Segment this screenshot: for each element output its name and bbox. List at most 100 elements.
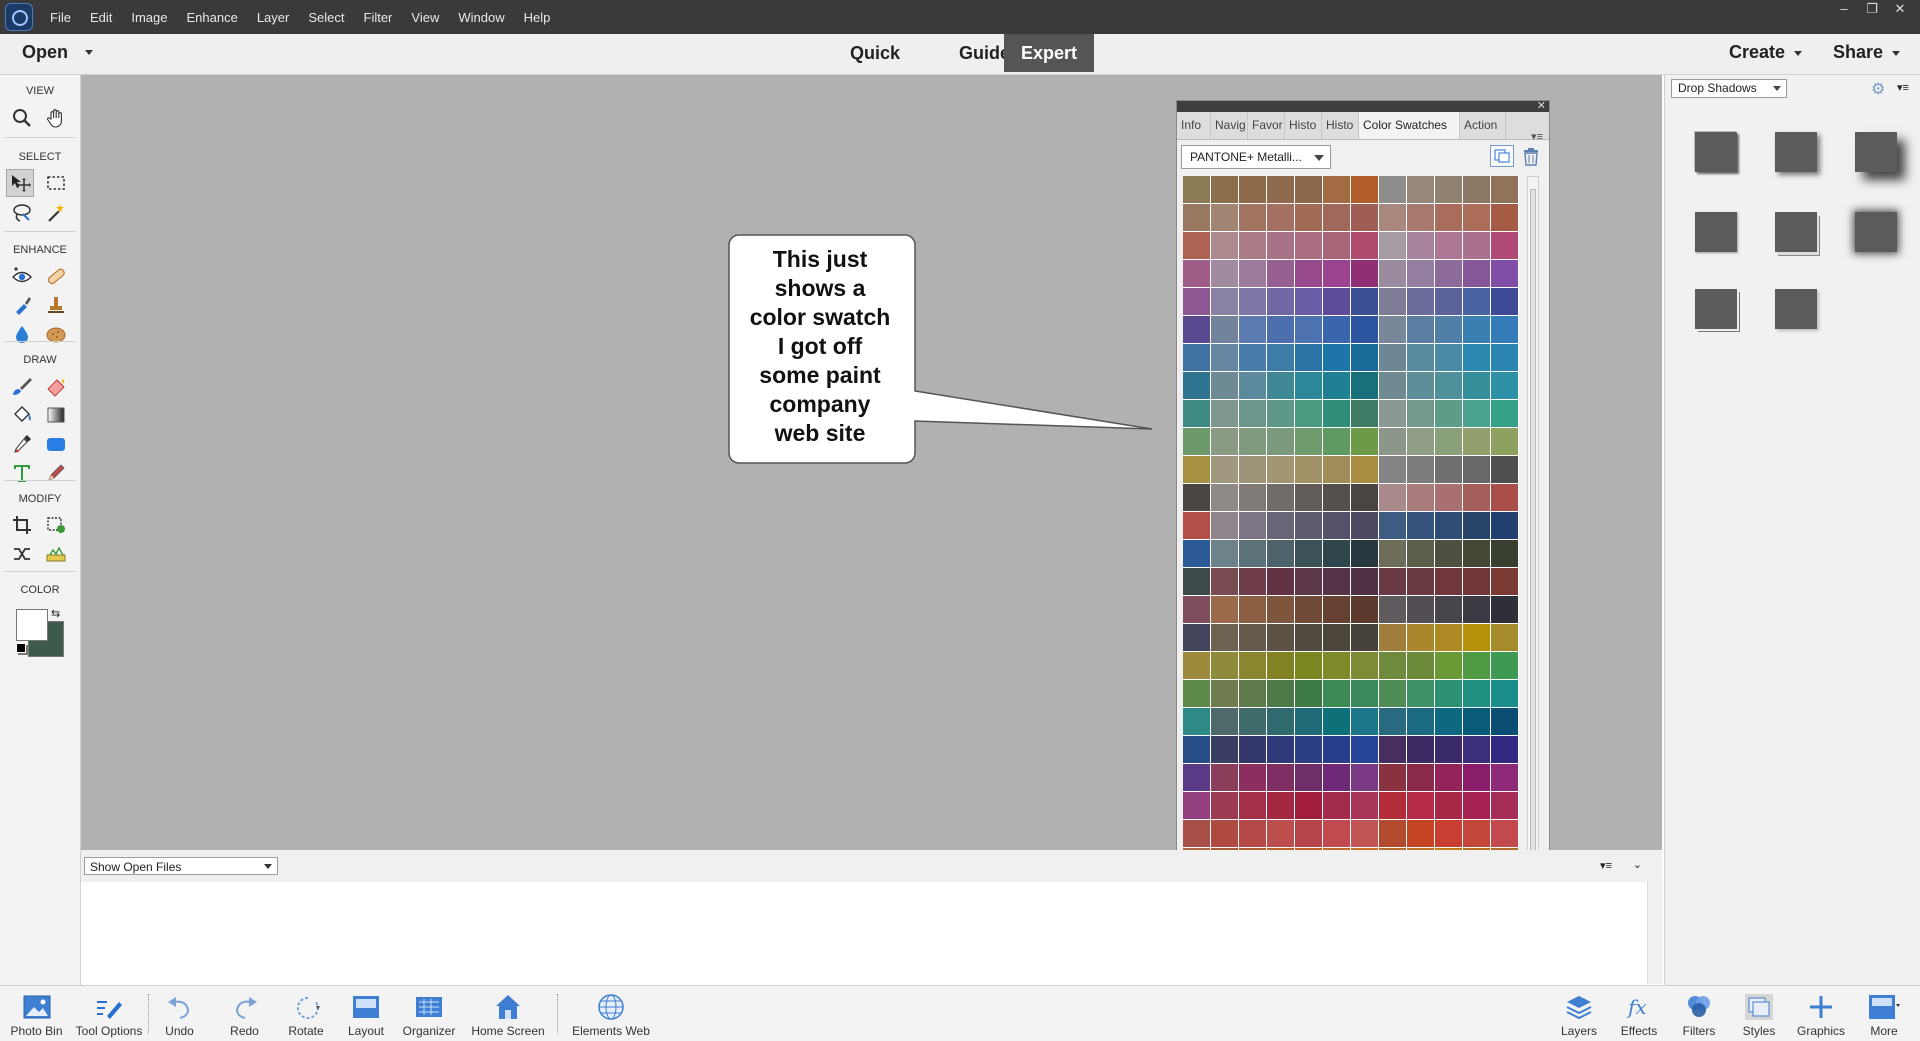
spot-healing-icon[interactable] [42,262,70,290]
color-swatch[interactable] [1435,344,1462,371]
color-swatch[interactable] [1463,540,1490,567]
color-swatch[interactable] [1323,820,1350,847]
style-thumbnail[interactable] [1855,212,1897,252]
panel-close-icon[interactable]: ✕ [1537,99,1546,112]
paint-bucket-icon[interactable] [8,401,36,429]
color-swatch[interactable] [1491,624,1518,651]
color-swatch[interactable] [1295,540,1322,567]
swatch-scrollbar[interactable] [1527,176,1539,881]
color-swatch[interactable] [1491,736,1518,763]
style-thumbnail[interactable] [1855,132,1897,172]
straighten-tool-icon[interactable] [42,540,70,568]
color-swatch[interactable] [1407,624,1434,651]
effects-button[interactable]: fx Effects [1617,986,1661,1041]
color-swatch[interactable] [1407,540,1434,567]
color-swatch[interactable] [1295,568,1322,595]
color-swatch[interactable] [1239,456,1266,483]
color-swatch[interactable] [1239,232,1266,259]
color-swatch[interactable] [1211,344,1238,371]
color-swatch[interactable] [1379,792,1406,819]
color-swatch[interactable] [1239,260,1266,287]
color-swatch[interactable] [1295,316,1322,343]
tab-info[interactable]: Info [1177,112,1211,139]
organizer-button[interactable]: Organizer [400,986,458,1041]
color-swatch[interactable] [1211,176,1238,203]
color-swatch[interactable] [1211,596,1238,623]
color-swatch[interactable] [1211,736,1238,763]
recompose-tool-icon[interactable] [42,511,70,539]
gear-icon[interactable]: ⚙ [1871,79,1885,99]
color-swatch[interactable] [1463,512,1490,539]
menu-help[interactable]: Help [524,10,551,25]
color-swatch[interactable] [1239,680,1266,707]
color-swatch[interactable] [1267,484,1294,511]
color-swatch[interactable] [1323,232,1350,259]
color-swatch[interactable] [1211,260,1238,287]
color-swatch[interactable] [1351,764,1378,791]
color-swatch[interactable] [1239,204,1266,231]
tab-favorites[interactable]: Favor [1248,112,1285,139]
color-swatch[interactable] [1267,820,1294,847]
scrollbar-thumb[interactable] [1530,189,1536,854]
color-swatch[interactable] [1379,344,1406,371]
color-swatch[interactable] [1239,288,1266,315]
color-swatch[interactable] [1379,456,1406,483]
color-swatch[interactable] [1267,596,1294,623]
color-swatch[interactable] [1407,764,1434,791]
color-swatch[interactable] [1351,204,1378,231]
color-swatch[interactable] [1379,484,1406,511]
color-swatch[interactable] [1491,540,1518,567]
color-swatch[interactable] [1211,372,1238,399]
color-swatch[interactable] [1239,540,1266,567]
shape-tool-icon[interactable] [42,430,70,458]
marquee-tool-icon[interactable] [42,169,70,197]
color-swatch[interactable] [1407,708,1434,735]
app-logo-icon[interactable] [5,3,33,31]
color-swatch[interactable] [1239,792,1266,819]
rotate-button[interactable]: Rotate [282,986,330,1041]
color-swatch[interactable] [1267,512,1294,539]
new-swatch-button[interactable] [1490,145,1514,167]
color-swatch[interactable] [1463,176,1490,203]
crop-tool-icon[interactable] [8,511,36,539]
bin-collapse-icon[interactable]: ⌄ [1633,858,1642,871]
color-swatch[interactable] [1463,484,1490,511]
color-swatch[interactable] [1463,708,1490,735]
color-swatch[interactable] [1267,736,1294,763]
color-swatch[interactable] [1463,652,1490,679]
color-swatch[interactable] [1323,708,1350,735]
color-swatch[interactable] [1407,288,1434,315]
type-tool-icon[interactable] [8,459,36,487]
color-swatch[interactable] [1183,680,1210,707]
color-swatch[interactable] [1407,512,1434,539]
color-swatch[interactable] [1183,176,1210,203]
color-swatch[interactable] [1211,288,1238,315]
photo-bin-button[interactable]: Photo Bin [8,986,65,1041]
color-swatch[interactable] [1407,372,1434,399]
color-swatch[interactable] [1407,260,1434,287]
color-swatch[interactable] [1239,652,1266,679]
color-swatch[interactable] [1295,176,1322,203]
gradient-tool-icon[interactable] [42,401,70,429]
color-swatch[interactable] [1239,484,1266,511]
color-swatch[interactable] [1323,596,1350,623]
color-swatch[interactable] [1295,596,1322,623]
color-swatch[interactable] [1435,596,1462,623]
color-swatch[interactable] [1407,596,1434,623]
color-swatch[interactable] [1351,512,1378,539]
lasso-tool-icon[interactable] [8,199,36,227]
redo-button[interactable]: Redo [222,986,267,1041]
color-swatch[interactable] [1435,540,1462,567]
color-swatch[interactable] [1323,792,1350,819]
color-swatch[interactable] [1267,652,1294,679]
default-colors-icon[interactable] [16,643,26,653]
color-swatch[interactable] [1351,372,1378,399]
color-swatch[interactable] [1435,232,1462,259]
color-swatch[interactable] [1435,624,1462,651]
color-swatch[interactable] [1435,764,1462,791]
color-swatch[interactable] [1435,708,1462,735]
color-swatch[interactable] [1295,204,1322,231]
swatch-library-select[interactable]: PANTONE+ Metalli... [1181,145,1331,169]
color-swatch[interactable] [1351,708,1378,735]
tab-color-swatches[interactable]: Color Swatches [1359,112,1460,139]
